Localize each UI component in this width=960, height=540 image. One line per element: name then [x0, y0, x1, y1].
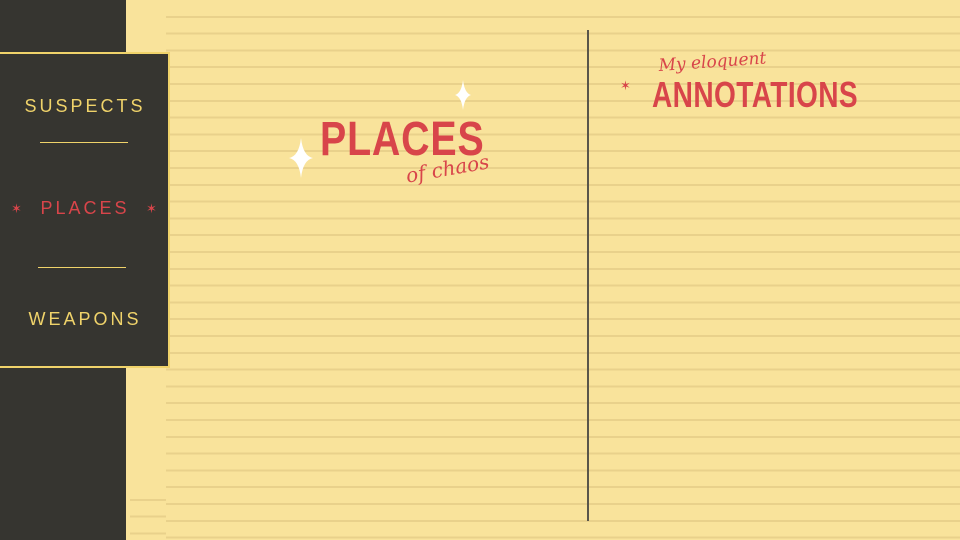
sparkle-icon: [455, 80, 471, 110]
nav-item-places[interactable]: PLACES: [0, 198, 170, 219]
page-divider: [587, 30, 589, 521]
sparkle-icon: [289, 138, 313, 178]
nav-separator: [38, 267, 126, 268]
nav-separator: [40, 142, 128, 143]
nav-item-suspects[interactable]: SUSPECTS: [0, 96, 170, 117]
nav-item-weapons[interactable]: WEAPONS: [0, 309, 170, 330]
ruled-lines-lower: [130, 488, 166, 540]
annotations-title: ANNOTATIONS: [652, 74, 859, 115]
star-icon: ✶: [620, 78, 631, 93]
star-icon: ✶: [146, 201, 157, 216]
